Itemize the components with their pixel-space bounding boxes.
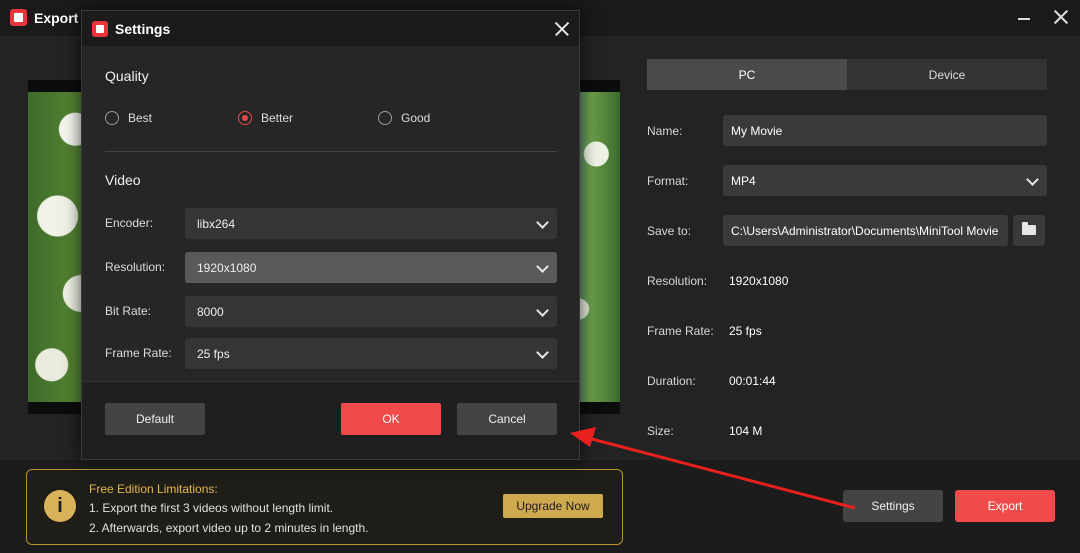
ok-button[interactable]: OK bbox=[341, 403, 441, 435]
info-icon: i bbox=[44, 490, 76, 522]
dialog-title: Settings bbox=[115, 21, 171, 37]
upgrade-now-button[interactable]: Upgrade Now bbox=[503, 494, 603, 518]
settings-button[interactable]: Settings bbox=[843, 490, 943, 522]
frame-rate-select[interactable]: 25 fps bbox=[185, 338, 557, 369]
frame-rate-value: 25 fps bbox=[729, 324, 762, 338]
name-label: Name: bbox=[647, 124, 683, 138]
folder-icon bbox=[1022, 222, 1036, 235]
encoder-value: libx264 bbox=[197, 216, 236, 231]
save-to-label: Save to: bbox=[647, 224, 692, 238]
format-select[interactable]: MP4 bbox=[723, 165, 1047, 196]
name-input[interactable]: My Movie bbox=[723, 115, 1047, 146]
settings-dialog: Settings Quality Best Better Good Video … bbox=[81, 10, 580, 460]
resolution-label: Resolution: bbox=[105, 260, 166, 274]
quality-best-radio[interactable]: Best bbox=[105, 111, 152, 125]
frame-rate-value: 25 fps bbox=[197, 346, 230, 361]
default-button[interactable]: Default bbox=[105, 403, 205, 435]
resolution-value: 1920x1080 bbox=[729, 274, 789, 288]
minimize-icon[interactable] bbox=[1016, 10, 1032, 26]
encoder-select[interactable]: libx264 bbox=[185, 208, 557, 239]
video-title: Video bbox=[105, 172, 141, 188]
cancel-button[interactable]: Cancel bbox=[457, 403, 557, 435]
duration-value: 00:01:44 bbox=[729, 374, 776, 388]
radio-label: Best bbox=[128, 111, 153, 125]
dialog-title-bar: Settings bbox=[82, 11, 579, 46]
save-path-input[interactable]: C:\Users\Administrator\Documents\MiniToo… bbox=[723, 215, 1008, 246]
app-logo-icon bbox=[92, 21, 108, 37]
radio-circle bbox=[378, 111, 392, 125]
limitations-title: Free Edition Limitations: bbox=[89, 482, 218, 496]
resolution-label: Resolution: bbox=[647, 274, 708, 288]
radio-label: Good bbox=[401, 111, 431, 125]
section-divider bbox=[105, 151, 557, 152]
quality-title: Quality bbox=[105, 68, 149, 84]
close-icon[interactable] bbox=[1052, 8, 1070, 26]
size-value: 104 M bbox=[729, 424, 763, 438]
tab-pc[interactable]: PC bbox=[647, 59, 847, 90]
radio-circle bbox=[238, 111, 252, 125]
window-title: Export bbox=[34, 10, 79, 26]
limitation-line-2: 2. Afterwards, export video up to 2 minu… bbox=[89, 521, 369, 535]
resolution-select[interactable]: 1920x1080 bbox=[185, 252, 557, 283]
size-label: Size: bbox=[647, 424, 674, 438]
frame-rate-label: Frame Rate: bbox=[105, 346, 172, 360]
bit-rate-value: 8000 bbox=[197, 304, 224, 319]
bit-rate-select[interactable]: 8000 bbox=[185, 296, 557, 327]
quality-good-radio[interactable]: Good bbox=[378, 111, 430, 125]
radio-label: Better bbox=[261, 111, 294, 125]
export-target-tabs: PC Device bbox=[647, 59, 1047, 90]
browse-folder-button[interactable] bbox=[1013, 215, 1045, 246]
bit-rate-label: Bit Rate: bbox=[105, 304, 152, 318]
frame-rate-label: Frame Rate: bbox=[647, 324, 714, 338]
resolution-value: 1920x1080 bbox=[197, 260, 257, 275]
export-button[interactable]: Export bbox=[955, 490, 1055, 522]
format-label: Format: bbox=[647, 174, 689, 188]
limitation-line-1: 1. Export the first 3 videos without len… bbox=[89, 501, 334, 515]
close-icon[interactable] bbox=[554, 21, 570, 37]
format-value: MP4 bbox=[731, 173, 756, 188]
tab-device[interactable]: Device bbox=[847, 59, 1047, 90]
quality-better-radio[interactable]: Better bbox=[238, 111, 293, 125]
app-logo-icon bbox=[10, 9, 27, 26]
radio-circle bbox=[105, 111, 119, 125]
encoder-label: Encoder: bbox=[105, 216, 154, 230]
duration-label: Duration: bbox=[647, 374, 696, 388]
